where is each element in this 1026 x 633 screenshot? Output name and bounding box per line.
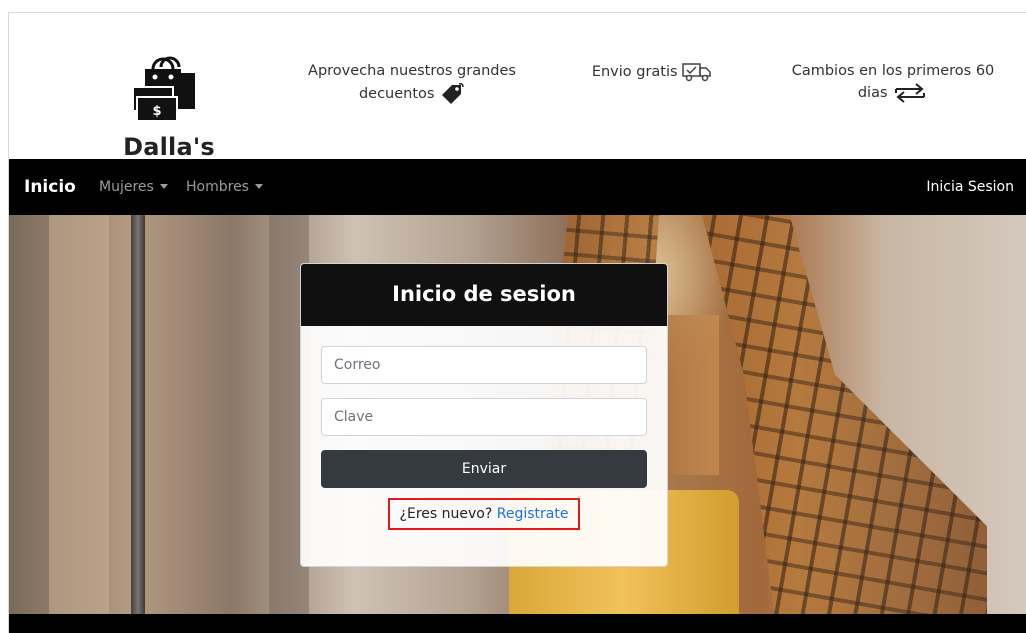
register-highlight: ¿Eres nuevo? Registrate [387, 498, 581, 530]
register-row: ¿Eres nuevo? Registrate [321, 498, 647, 530]
nav-dropdown-mujeres[interactable]: Mujeres [99, 179, 168, 195]
caret-down-icon [159, 184, 168, 189]
site-header: $ Dalla's Clothes Aprovecha nuestros gra… [9, 13, 1026, 189]
background-pole [131, 215, 145, 614]
email-input[interactable] [321, 346, 647, 384]
nav-home-link[interactable]: Inicio [24, 177, 76, 197]
password-input[interactable] [321, 398, 647, 436]
nav-login-link[interactable]: Inicia Sesion [926, 179, 1014, 195]
login-form: Enviar ¿Eres nuevo? Registrate [301, 326, 667, 530]
nav-item-label: Hombres [186, 179, 249, 195]
nav-dropdown-hombres[interactable]: Hombres [186, 179, 263, 195]
caret-down-icon [254, 184, 263, 189]
main-navbar: Inicio Mujeres Hombres Inicia Sesion [9, 159, 1026, 215]
register-link[interactable]: Registrate [497, 506, 569, 522]
login-card: Inicio de sesion Enviar ¿Eres nuevo? Reg… [300, 263, 668, 567]
footer-bar [9, 614, 1026, 633]
sale-tag-icon [442, 83, 464, 104]
delivery-truck-icon [682, 63, 711, 82]
promo-exchanges: Cambios en los primeros 60 dias [781, 61, 1005, 104]
submit-button[interactable]: Enviar [321, 450, 647, 488]
svg-text:$: $ [152, 104, 161, 119]
register-prompt: ¿Eres nuevo? [399, 506, 493, 522]
login-card-title: Inicio de sesion [301, 264, 667, 326]
brand[interactable]: $ Dalla's Clothes [69, 41, 269, 189]
promo-text: Aprovecha nuestros grandes decuentos [308, 63, 516, 102]
shopping-bags-money-icon: $ [132, 56, 195, 122]
exchange-arrows-icon [895, 83, 926, 103]
nav-item-label: Mujeres [99, 179, 154, 195]
promo-free-shipping: Envio gratis [577, 61, 727, 83]
background-wall [49, 215, 109, 614]
promo-discounts: Aprovecha nuestros grandes decuentos [294, 61, 530, 106]
promo-text: Envio gratis [591, 64, 678, 80]
